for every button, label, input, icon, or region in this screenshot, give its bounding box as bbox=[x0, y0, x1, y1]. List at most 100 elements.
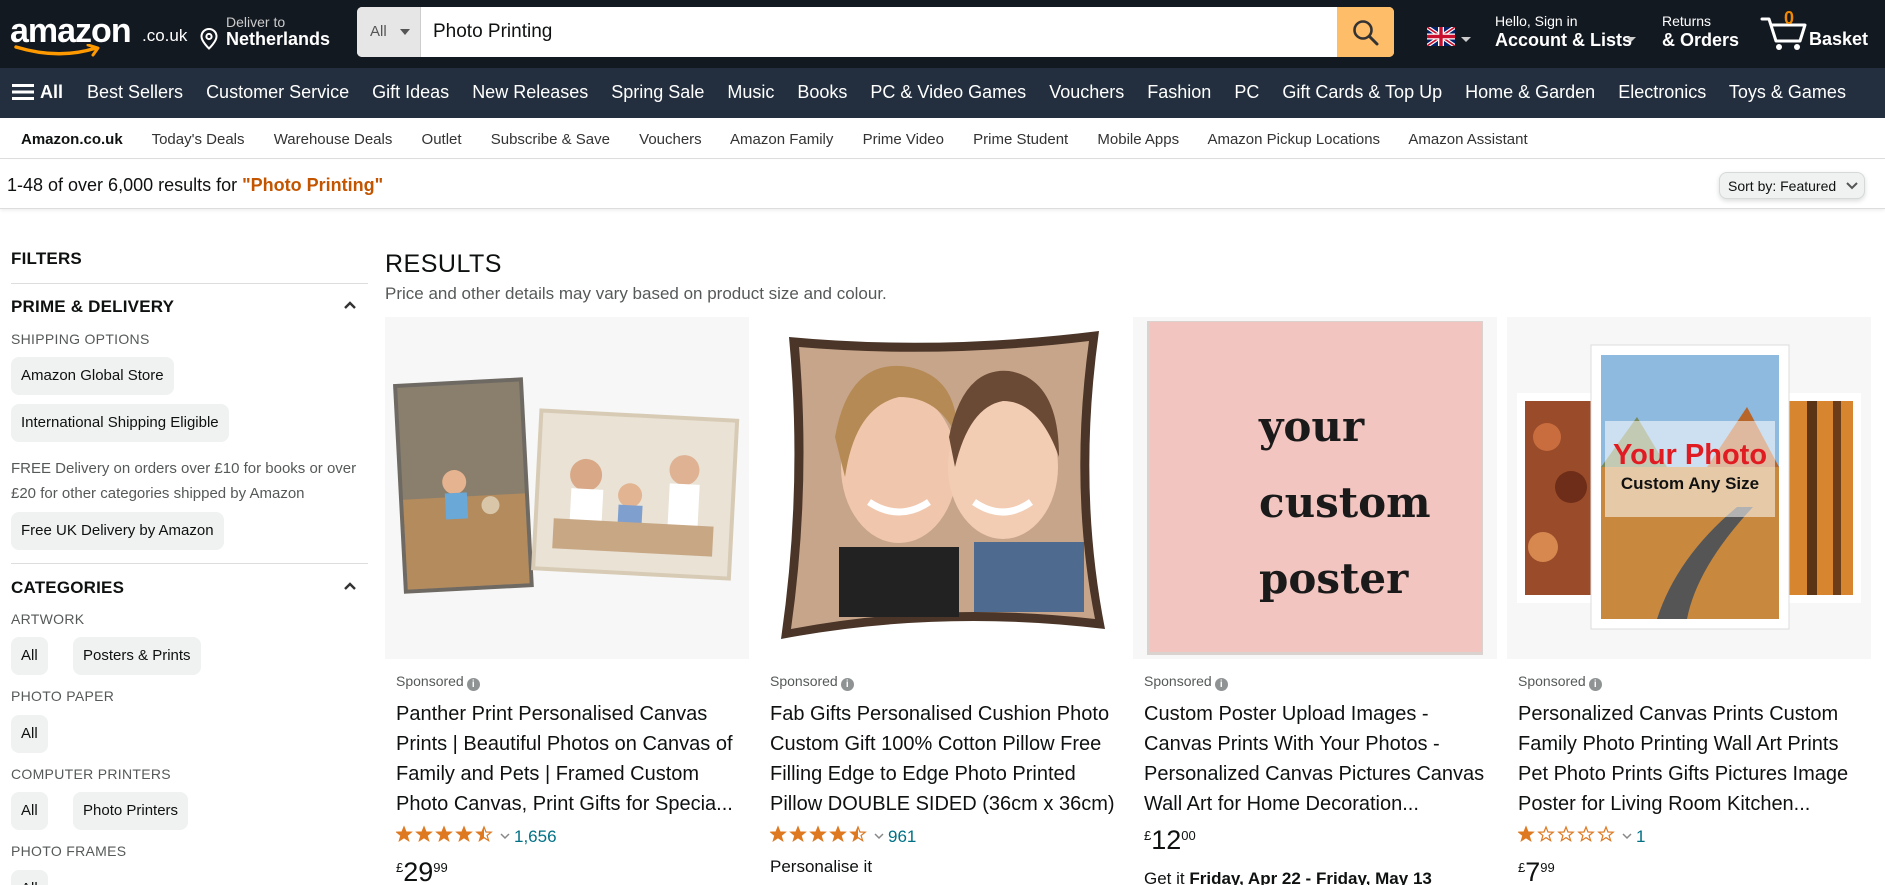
search-button[interactable] bbox=[1337, 7, 1394, 57]
shipping-options-label: SHIPPING OPTIONS bbox=[11, 331, 150, 347]
account-lists-label: Account & Lists bbox=[1495, 30, 1633, 50]
product-title[interactable]: Panther Print Personalised Canvas Prints… bbox=[396, 699, 742, 819]
nav-item-pc[interactable]: PC bbox=[1234, 82, 1259, 102]
returns-orders-link[interactable]: Returns & Orders bbox=[1662, 13, 1739, 51]
subnav-amazon-assistant[interactable]: Amazon Assistant bbox=[1408, 131, 1527, 148]
filter-free-uk-delivery[interactable]: Free UK Delivery by Amazon bbox=[11, 512, 224, 550]
star-icon bbox=[1577, 825, 1595, 842]
product-rating[interactable]: 961 bbox=[769, 825, 916, 848]
account-menu[interactable]: Hello, Sign in Account & Lists bbox=[1495, 13, 1632, 51]
price-whole: 12 bbox=[1151, 825, 1182, 855]
smile-icon bbox=[14, 44, 100, 57]
nav-item-gift-cards[interactable]: Gift Cards & Top Up bbox=[1282, 82, 1442, 102]
language-caret-icon[interactable] bbox=[1461, 37, 1471, 42]
nav-item-customer-service[interactable]: Customer Service bbox=[206, 82, 349, 102]
subnav-amazon-co-uk[interactable]: Amazon.co.uk bbox=[21, 131, 123, 148]
sort-dropdown[interactable]: Sort by: Featured bbox=[1719, 172, 1865, 199]
nav-item-books[interactable]: Books bbox=[797, 82, 847, 102]
info-icon[interactable]: i bbox=[466, 678, 480, 691]
info-icon[interactable]: i bbox=[1588, 678, 1602, 691]
star-icon bbox=[789, 825, 807, 842]
sponsored-label: Sponsored i bbox=[396, 673, 480, 691]
subnav-warehouse-deals[interactable]: Warehouse Deals bbox=[274, 131, 393, 148]
deliver-location: Netherlands bbox=[226, 29, 331, 49]
sponsored-text: Sponsored bbox=[770, 673, 838, 689]
filter-international-shipping[interactable]: International Shipping Eligible bbox=[11, 404, 229, 442]
review-count[interactable]: 1,656 bbox=[514, 827, 557, 847]
subnav-pickup-locations[interactable]: Amazon Pickup Locations bbox=[1207, 131, 1380, 148]
chevron-up-icon[interactable] bbox=[343, 300, 357, 310]
product-title[interactable]: Personalized Canvas Prints Custom Family… bbox=[1518, 699, 1864, 819]
subnav-subscribe-save[interactable]: Subscribe & Save bbox=[491, 131, 610, 148]
delivery-dates: Friday, Apr 22 - Friday, May 13 bbox=[1189, 869, 1432, 885]
product-image[interactable] bbox=[759, 317, 1123, 659]
product-price[interactable]: £799 bbox=[1518, 857, 1555, 885]
delivery-prefix: Get it bbox=[1144, 869, 1190, 885]
product-image[interactable] bbox=[385, 317, 749, 659]
subnav-outlet[interactable]: Outlet bbox=[422, 131, 462, 148]
price-fraction: 00 bbox=[1181, 828, 1196, 843]
product-rating[interactable]: 1,656 bbox=[395, 825, 557, 847]
categories-heading[interactable]: CATEGORIES bbox=[11, 578, 124, 598]
nav-item-music[interactable]: Music bbox=[727, 82, 774, 102]
subnav-todays-deals[interactable]: Today's Deals bbox=[152, 131, 245, 148]
product-image[interactable]: Your Photo Custom Any Size bbox=[1507, 317, 1871, 659]
search-category-select[interactable]: All bbox=[357, 7, 421, 57]
product-title[interactable]: Custom Poster Upload Images - Canvas Pri… bbox=[1144, 699, 1490, 819]
search-bar: All bbox=[357, 7, 1394, 57]
subnav-mobile-apps[interactable]: Mobile Apps bbox=[1097, 131, 1179, 148]
review-count[interactable]: 1 bbox=[1636, 827, 1645, 847]
rating-stars-icon bbox=[769, 825, 870, 848]
nav-item-new-releases[interactable]: New Releases bbox=[472, 82, 588, 102]
product-title[interactable]: Fab Gifts Personalised Cushion Photo Cus… bbox=[770, 699, 1116, 819]
filter-photo-frames-all[interactable]: All bbox=[11, 870, 48, 885]
subnav-amazon-family[interactable]: Amazon Family bbox=[730, 131, 833, 148]
account-caret-icon[interactable] bbox=[1626, 37, 1636, 42]
filter-photo-printers[interactable]: Photo Printers bbox=[73, 792, 189, 830]
nav-item-best-sellers[interactable]: Best Sellers bbox=[87, 82, 183, 102]
filter-printers-all[interactable]: All bbox=[11, 792, 48, 830]
chevron-up-icon[interactable] bbox=[343, 581, 357, 591]
filter-photo-paper-all[interactable]: All bbox=[11, 715, 48, 753]
nav-item-home-garden[interactable]: Home & Garden bbox=[1465, 82, 1595, 102]
subnav-vouchers[interactable]: Vouchers bbox=[639, 131, 702, 148]
search-input[interactable] bbox=[421, 7, 1337, 57]
overlay-title: Your Photo bbox=[1612, 439, 1768, 471]
subnav-prime-student[interactable]: Prime Student bbox=[973, 131, 1068, 148]
nav-item-gift-ideas[interactable]: Gift Ideas bbox=[372, 82, 449, 102]
all-menu-button[interactable]: All bbox=[12, 82, 63, 103]
subnav-prime-video[interactable]: Prime Video bbox=[863, 131, 944, 148]
filter-artwork-all[interactable]: All bbox=[11, 637, 48, 675]
photo-frames-label: PHOTO FRAMES bbox=[11, 843, 127, 859]
info-icon[interactable]: i bbox=[840, 678, 854, 691]
returns-label: Returns bbox=[1662, 13, 1712, 29]
cushion-image bbox=[759, 317, 1123, 659]
product-image[interactable]: your custom poster bbox=[1133, 317, 1497, 659]
info-icon[interactable]: i bbox=[1214, 678, 1228, 691]
product-card: Sponsored i Fab Gifts Personalised Cushio… bbox=[759, 317, 1123, 885]
divider bbox=[11, 563, 368, 564]
nav-item-spring-sale[interactable]: Spring Sale bbox=[611, 82, 704, 102]
product-price[interactable]: £1200 bbox=[1144, 825, 1196, 856]
review-count[interactable]: 961 bbox=[888, 827, 916, 847]
price-fraction: 99 bbox=[1540, 860, 1555, 875]
filter-posters-prints[interactable]: Posters & Prints bbox=[73, 637, 201, 675]
poster-line: custom bbox=[1259, 478, 1431, 527]
sponsored-text: Sponsored bbox=[1518, 673, 1586, 689]
product-price[interactable]: £2999 bbox=[396, 857, 448, 885]
star-icon bbox=[849, 825, 867, 842]
nav-item-fashion[interactable]: Fashion bbox=[1147, 82, 1211, 102]
filter-amazon-global-store[interactable]: Amazon Global Store bbox=[11, 357, 174, 395]
nav-item-toys-games[interactable]: Toys & Games bbox=[1729, 82, 1846, 102]
nav-item-pc-video-games[interactable]: PC & Video Games bbox=[870, 82, 1026, 102]
amazon-logo[interactable]: amazon .co.uk bbox=[10, 8, 187, 58]
basket-link[interactable]: 0 Basket bbox=[1760, 8, 1872, 56]
results-count: 1-48 of over 6,000 results for "Photo Pr… bbox=[7, 175, 383, 196]
deliver-to[interactable]: Deliver to Netherlands bbox=[200, 13, 340, 53]
prime-delivery-heading[interactable]: PRIME & DELIVERY bbox=[11, 297, 174, 317]
nav-item-electronics[interactable]: Electronics bbox=[1618, 82, 1706, 102]
uk-flag-icon[interactable] bbox=[1427, 27, 1455, 46]
product-rating[interactable]: 1 bbox=[1517, 825, 1645, 847]
nav-item-vouchers[interactable]: Vouchers bbox=[1049, 82, 1124, 102]
star-icon bbox=[1557, 825, 1575, 842]
